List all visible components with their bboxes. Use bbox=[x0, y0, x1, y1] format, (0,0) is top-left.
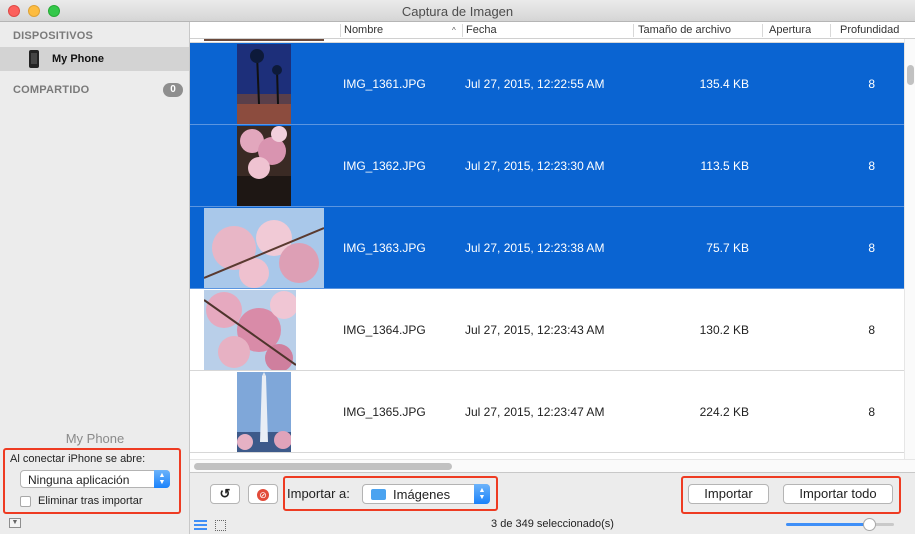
on-connect-label: Al conectar iPhone se abre: bbox=[10, 453, 146, 465]
photo-list[interactable]: IMG_1361.JPG Jul 27, 2015, 12:22:55 AM 1… bbox=[190, 39, 904, 459]
column-header-depth[interactable]: Profundidad bbox=[840, 24, 904, 36]
sort-ascending-icon: ^ bbox=[452, 26, 456, 35]
file-size: 135.4 KB bbox=[699, 77, 749, 91]
file-date: Jul 27, 2015, 12:23:47 AM bbox=[465, 405, 605, 419]
import-button[interactable]: Importar bbox=[688, 484, 769, 504]
photo-thumbnail bbox=[237, 372, 291, 452]
file-name: IMG_1363.JPG bbox=[343, 241, 426, 255]
sidebar: DISPOSITIVOS My Phone COMPARTIDO 0 My Ph… bbox=[0, 22, 190, 534]
file-depth: 8 bbox=[868, 405, 875, 419]
table-row[interactable]: IMG_1361.JPG Jul 27, 2015, 12:22:55 AM 1… bbox=[190, 43, 904, 125]
delete-icon: ⊘ bbox=[257, 489, 269, 501]
main-pane: Nombre ^ Fecha Tamaño de archivo Apertur… bbox=[190, 22, 915, 534]
file-size: 113.5 KB bbox=[700, 159, 749, 173]
rotate-left-icon: ↺ bbox=[219, 486, 231, 501]
vertical-scroll-thumb[interactable] bbox=[907, 65, 914, 85]
file-date: Jul 27, 2015, 12:23:38 AM bbox=[465, 241, 605, 255]
sidebar-item-label: My Phone bbox=[52, 53, 104, 65]
on-connect-app-popup[interactable]: Ninguna aplicación ▲ ▼ bbox=[20, 470, 170, 488]
delete-button[interactable]: ⊘ bbox=[248, 484, 278, 504]
popup-arrows-icon: ▲ ▼ bbox=[474, 484, 490, 504]
toggle-options-icon[interactable]: ▼ bbox=[9, 518, 21, 528]
table-row[interactable]: IMG_1365.JPG Jul 27, 2015, 12:23:47 AM 2… bbox=[190, 371, 904, 453]
device-footer-name: My Phone bbox=[65, 431, 125, 446]
file-date: Jul 27, 2015, 12:23:43 AM bbox=[465, 323, 605, 337]
window-title: Captura de Imagen bbox=[401, 4, 514, 19]
photo-thumbnail bbox=[204, 208, 324, 288]
table-row[interactable]: IMG_1362.JPG Jul 27, 2015, 12:23:30 AM 1… bbox=[190, 125, 904, 207]
file-name: IMG_1364.JPG bbox=[343, 323, 426, 337]
file-size: 130.2 KB bbox=[699, 323, 749, 337]
iphone-icon bbox=[29, 50, 39, 68]
file-date: Jul 27, 2015, 12:23:30 AM bbox=[465, 159, 605, 173]
on-connect-options: Al conectar iPhone se abre: Ninguna apli… bbox=[3, 448, 181, 514]
horizontal-scrollbar[interactable] bbox=[190, 459, 915, 472]
column-header-date[interactable]: Fecha bbox=[466, 24, 497, 36]
delete-after-import-label: Eliminar tras importar bbox=[38, 495, 143, 507]
table-header: Nombre ^ Fecha Tamaño de archivo Apertur… bbox=[190, 22, 915, 39]
file-depth: 8 bbox=[868, 323, 875, 337]
photo-thumbnail bbox=[204, 290, 296, 370]
file-name: IMG_1365.JPG bbox=[343, 405, 426, 419]
vertical-scrollbar[interactable] bbox=[904, 39, 915, 459]
import-destination-value: Imágenes bbox=[393, 487, 451, 502]
folder-icon bbox=[371, 489, 386, 500]
thumbnail-size-slider-knob[interactable] bbox=[863, 518, 876, 531]
file-depth: 8 bbox=[868, 159, 875, 173]
file-name: IMG_1362.JPG bbox=[343, 159, 426, 173]
photo-thumbnail bbox=[237, 44, 291, 124]
title-bar: Captura de Imagen bbox=[0, 0, 915, 22]
devices-section-title: DISPOSITIVOS bbox=[13, 30, 94, 42]
file-name: IMG_1361.JPG bbox=[343, 77, 426, 91]
import-destination-popup[interactable]: Imágenes ▲ ▼ bbox=[362, 484, 490, 504]
column-header-name[interactable]: Nombre bbox=[344, 24, 383, 36]
horizontal-scroll-thumb[interactable] bbox=[194, 463, 452, 470]
shared-section-title: COMPARTIDO bbox=[13, 84, 90, 96]
file-depth: 8 bbox=[868, 241, 875, 255]
file-size: 75.7 KB bbox=[706, 241, 749, 255]
bottom-toolbar: ↺ ⊘ Importar a: Imágenes ▲ ▼ Importar Imp… bbox=[190, 472, 915, 534]
rotate-left-button[interactable]: ↺ bbox=[210, 484, 240, 504]
file-date: Jul 27, 2015, 12:22:55 AM bbox=[465, 77, 605, 91]
table-row[interactable]: IMG_1363.JPG Jul 27, 2015, 12:23:38 AM 7… bbox=[190, 207, 904, 289]
table-row[interactable]: IMG_1364.JPG Jul 27, 2015, 12:23:43 AM 1… bbox=[190, 289, 904, 371]
import-all-button[interactable]: Importar todo bbox=[783, 484, 893, 504]
import-to-label: Importar a: bbox=[287, 486, 350, 501]
sidebar-item-my-phone[interactable]: My Phone bbox=[0, 47, 189, 71]
photo-thumbnail bbox=[237, 126, 291, 206]
thumbnail-size-slider[interactable] bbox=[786, 523, 870, 526]
column-header-size[interactable]: Tamaño de archivo bbox=[638, 24, 731, 36]
file-depth: 8 bbox=[868, 77, 875, 91]
photo-thumbnail bbox=[204, 39, 324, 41]
delete-after-import-checkbox[interactable] bbox=[20, 496, 31, 507]
popup-arrows-icon: ▲ ▼ bbox=[154, 470, 170, 488]
shared-count-badge: 0 bbox=[163, 83, 183, 97]
file-size: 224.2 KB bbox=[699, 405, 749, 419]
on-connect-app-value: Ninguna aplicación bbox=[28, 473, 130, 487]
column-header-aperture[interactable]: Apertura bbox=[769, 24, 811, 36]
